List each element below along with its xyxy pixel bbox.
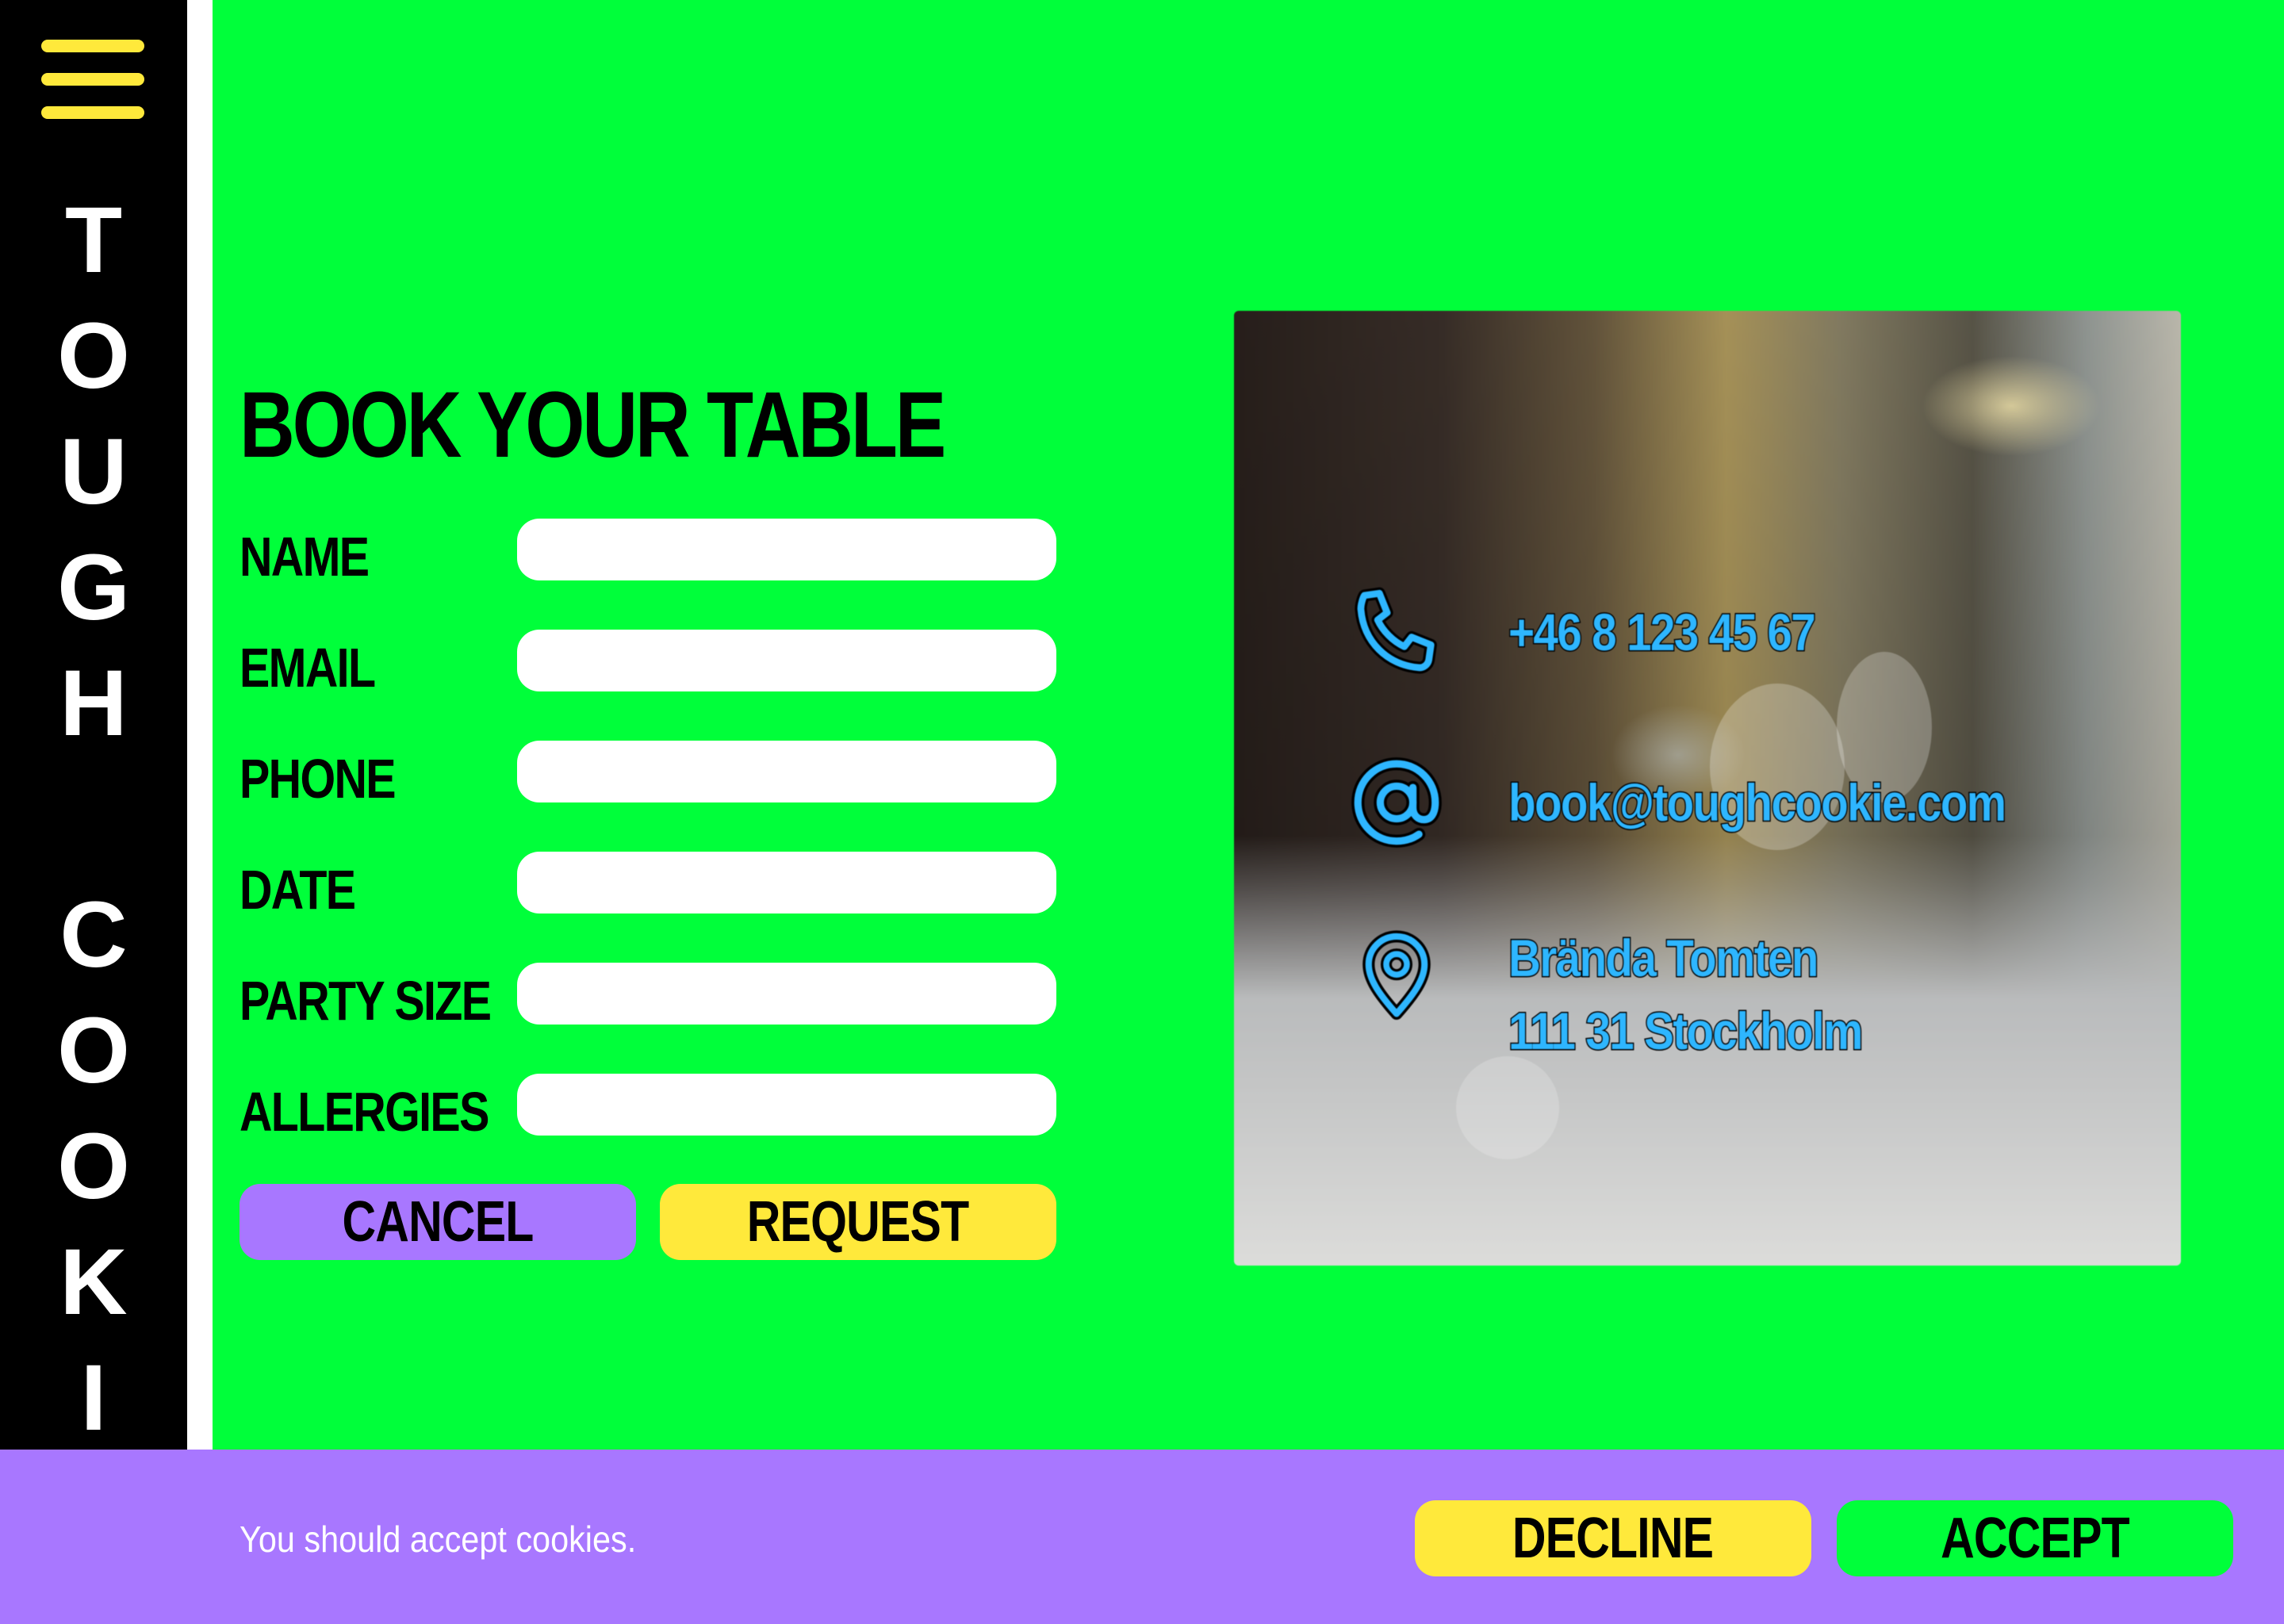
request-button-label: REQUEST	[747, 1190, 969, 1254]
date-label: DATE	[240, 859, 356, 921]
address-line-2: 111 31 Stockholm	[1508, 1001, 1864, 1062]
address-line-1: Brända Tomten	[1508, 928, 1820, 989]
brand-letter: H	[59, 651, 128, 756]
cancel-button-label: CANCEL	[342, 1190, 534, 1254]
accept-cookies-button[interactable]: ACCEPT	[1837, 1500, 2233, 1576]
contact-phone[interactable]: +46 8 123 45 67	[1345, 580, 1864, 684]
phone-label: PHONE	[240, 748, 397, 810]
name-label: NAME	[240, 526, 370, 588]
address-block: Brända Tomten 111 31 Stockholm	[1508, 921, 1919, 1067]
brand-letter: O	[57, 998, 130, 1103]
email-label: EMAIL	[240, 637, 376, 699]
form-row-phone: PHONE	[240, 741, 1056, 810]
phone-number: +46 8 123 45 67	[1508, 602, 1817, 663]
accept-button-label: ACCEPT	[1941, 1507, 2130, 1570]
form-row-date: DATE	[240, 852, 1056, 921]
map-pin-icon	[1345, 921, 1448, 1025]
brand-letter: O	[57, 304, 130, 408]
sidebar-divider	[187, 0, 213, 1450]
form-row-party-size: PARTY SIZE	[240, 963, 1056, 1032]
brand-letter: T	[64, 188, 123, 293]
name-input[interactable]	[517, 519, 1056, 580]
cookie-consent-bar: You should accept cookies. DECLINE ACCEP…	[0, 1450, 2284, 1624]
cancel-button[interactable]: CANCEL	[240, 1184, 636, 1260]
sidebar: T O U G H C O O K I	[0, 0, 187, 1450]
allergies-label: ALLERGIES	[240, 1081, 489, 1143]
brand-letter: K	[59, 1230, 128, 1335]
form-row-name: NAME	[240, 519, 1056, 588]
brand-vertical-logo: T O U G H C O O K I	[0, 182, 187, 1456]
cookie-message: You should accept cookies.	[240, 1519, 637, 1560]
decline-cookies-button[interactable]: DECLINE	[1415, 1500, 1811, 1576]
request-button[interactable]: REQUEST	[660, 1184, 1056, 1260]
date-input[interactable]	[517, 852, 1056, 914]
contact-email[interactable]: book@toughcookie.com	[1345, 751, 2086, 854]
brand-letter: C	[59, 883, 128, 987]
at-sign-icon	[1345, 751, 1448, 854]
party-size-input[interactable]	[517, 963, 1056, 1025]
contact-card: +46 8 123 45 67 book@toughcookie.com Brä…	[1234, 311, 2181, 1266]
brand-letter: G	[57, 535, 130, 640]
phone-input[interactable]	[517, 741, 1056, 802]
email-address: book@toughcookie.com	[1508, 772, 2008, 833]
hamburger-menu-icon[interactable]	[41, 40, 144, 119]
brand-letter: O	[57, 1114, 130, 1219]
brand-letter: U	[59, 419, 128, 524]
form-row-allergies: ALLERGIES	[240, 1074, 1056, 1143]
allergies-input[interactable]	[517, 1074, 1056, 1136]
email-input[interactable]	[517, 630, 1056, 691]
party-size-label: PARTY SIZE	[240, 970, 492, 1032]
water-glass-shape	[1456, 1056, 1559, 1159]
brand-letter: I	[80, 1346, 107, 1450]
phone-icon	[1345, 580, 1448, 684]
decline-button-label: DECLINE	[1512, 1507, 1714, 1570]
contact-address: Brända Tomten 111 31 Stockholm	[1345, 921, 1919, 1067]
page-title: BOOK YOUR TABLE	[240, 373, 946, 477]
form-row-email: EMAIL	[240, 630, 1056, 699]
